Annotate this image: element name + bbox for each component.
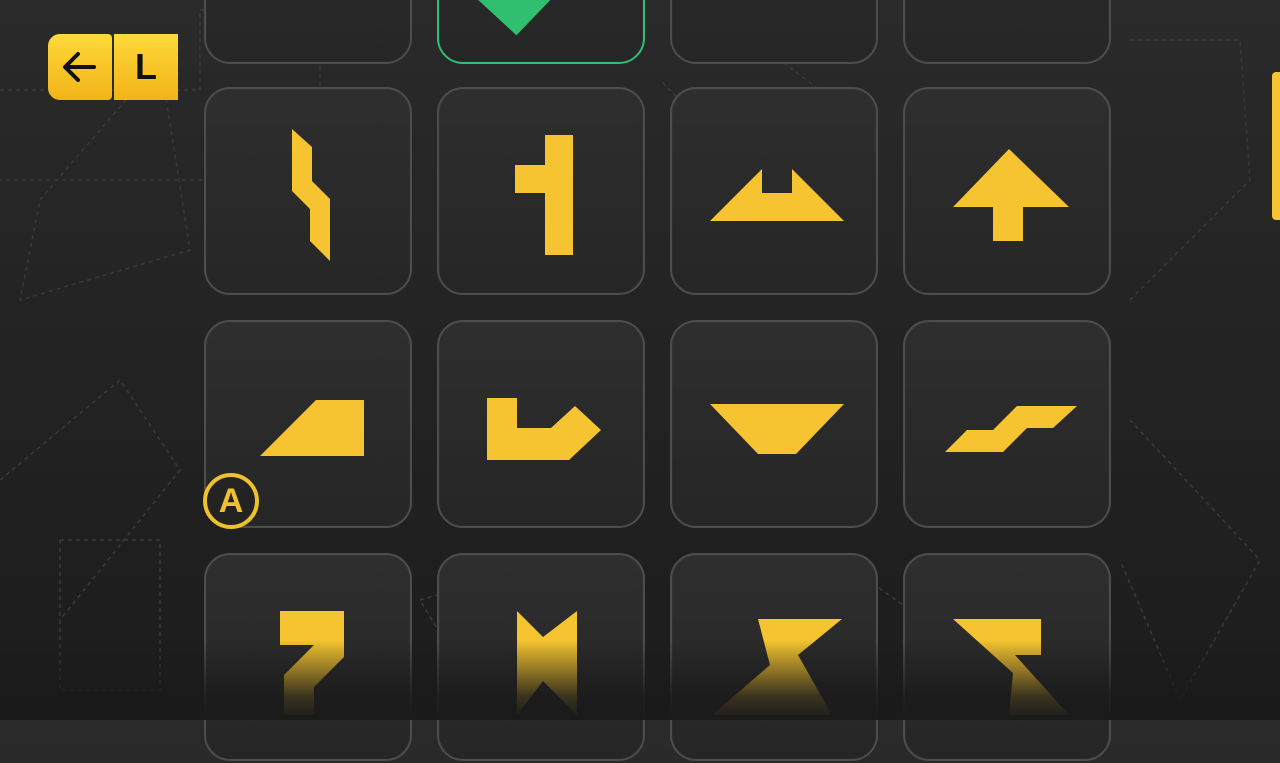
scroll-indicator[interactable] — [1272, 72, 1280, 220]
puzzle-tile-10[interactable] — [437, 320, 645, 528]
seven-shape — [280, 611, 344, 715]
notched-trapezoid-shape — [710, 169, 844, 221]
z-bolt-shape — [712, 619, 842, 715]
puzzle-tile-7[interactable] — [670, 87, 878, 295]
puzzle-tile-3[interactable] — [670, 0, 878, 64]
arrow-down-notch-shape — [517, 611, 577, 715]
puzzle-tile-11[interactable] — [670, 320, 878, 528]
arrow-left-icon — [63, 52, 96, 82]
boot-shape — [487, 398, 601, 460]
v-trough-shape — [710, 404, 844, 454]
puzzle-tile-16[interactable] — [903, 553, 1111, 761]
step-flag-shape — [945, 406, 1077, 452]
puzzle-tile-14[interactable] — [437, 553, 645, 761]
t-post-shape — [515, 135, 573, 255]
zigzag-bar-shape — [292, 129, 330, 261]
arrow-up-shape — [953, 149, 1069, 241]
l-shoulder-button[interactable]: L — [114, 34, 178, 100]
puzzle-tile-6[interactable] — [437, 87, 645, 295]
checkmark-icon — [478, 0, 551, 36]
puzzle-tile-2[interactable] — [437, 0, 645, 64]
puzzle-tile-12[interactable] — [903, 320, 1111, 528]
s-bolt-shape — [953, 619, 1069, 715]
puzzle-tile-1[interactable] — [204, 0, 412, 64]
puzzle-tile-15[interactable] — [670, 553, 878, 761]
puzzle-tile-13[interactable] — [204, 553, 412, 761]
back-button[interactable] — [48, 34, 112, 100]
a-button-hint[interactable]: A — [203, 473, 259, 529]
puzzle-tile-4[interactable] — [903, 0, 1111, 64]
puzzle-tile-8[interactable] — [903, 87, 1111, 295]
puzzle-tile-5[interactable] — [204, 87, 412, 295]
